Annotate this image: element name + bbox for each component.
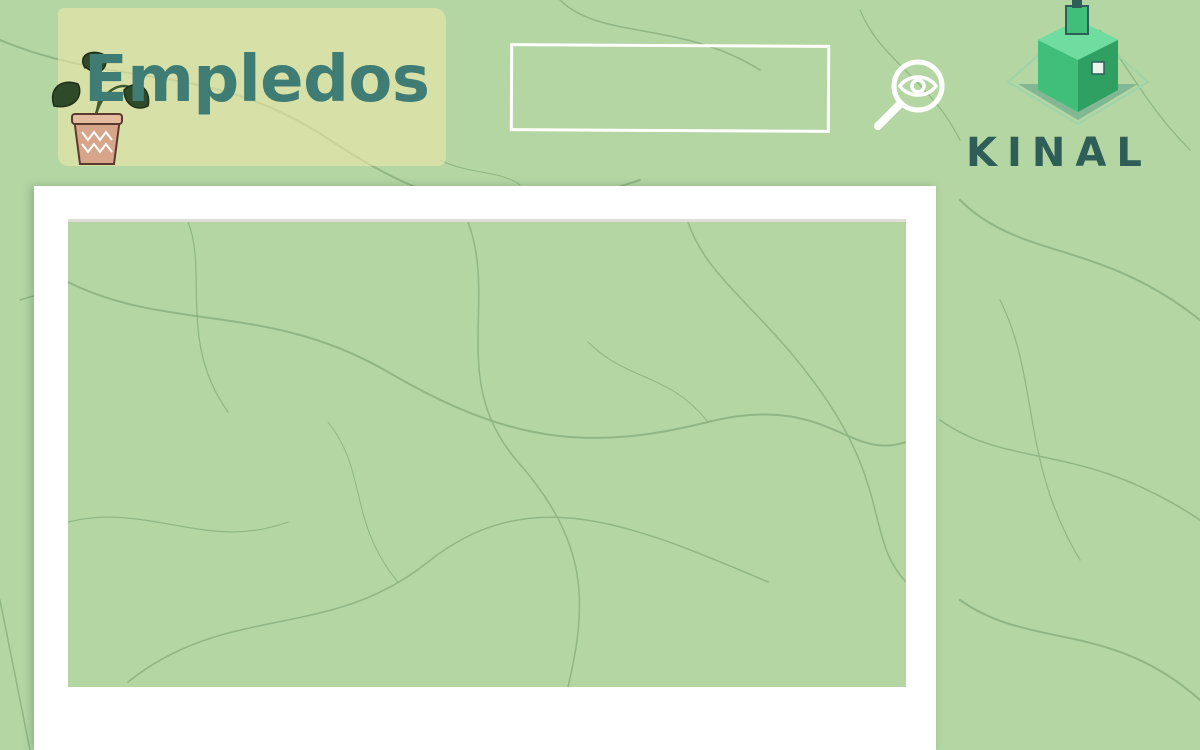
- kinal-logo: KINAL: [958, 0, 1200, 180]
- kinal-logo-text: KINAL: [966, 130, 1152, 176]
- employees-table-area: [68, 219, 906, 687]
- magnifier-eye-icon: [874, 59, 945, 130]
- search-eye-button[interactable]: [870, 56, 950, 134]
- employees-panel: [34, 186, 936, 750]
- kinal-logo-icon: [1006, 0, 1150, 126]
- search-input[interactable]: [509, 43, 831, 133]
- table-marble-texture: [68, 222, 906, 687]
- page-title: Empledos: [84, 43, 430, 117]
